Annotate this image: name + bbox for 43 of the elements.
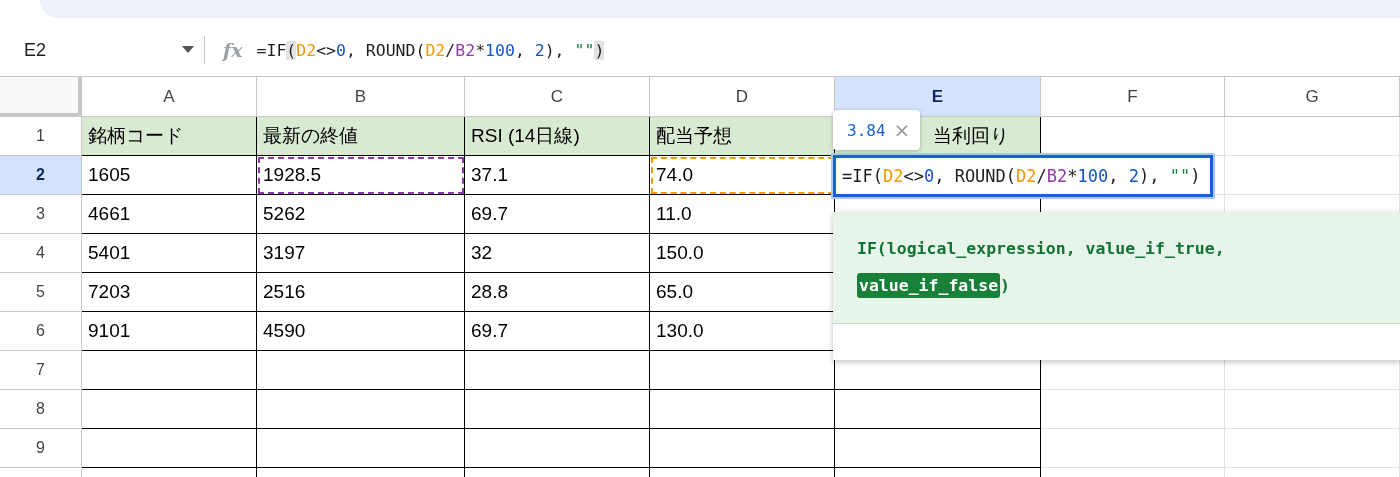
function-signature: IF(logical_expression, value_if_true, value_if_false): [857, 230, 1377, 304]
name-box[interactable]: E2: [0, 39, 194, 61]
column-header[interactable]: D: [650, 77, 835, 117]
table-cell: 32: [465, 234, 650, 273]
table-cell: 5262: [257, 195, 465, 234]
select-all-corner[interactable]: [0, 77, 82, 117]
column-header[interactable]: A: [82, 77, 257, 117]
column-header[interactable]: E: [835, 77, 1041, 117]
table-cell: RSI (14日線): [465, 117, 650, 156]
table-cell: 3197: [257, 234, 465, 273]
table-cell: 7203: [82, 273, 257, 312]
row-header[interactable]: 4: [0, 234, 82, 273]
column-header[interactable]: C: [465, 77, 650, 117]
table-cell: 37.1: [465, 156, 650, 195]
preview-value: 3.84: [847, 120, 886, 140]
formula-input[interactable]: =IF(D2<>0, ROUND(D2/B2*100, 2), ""): [256, 40, 605, 60]
table-cell: 最新の終値: [257, 117, 465, 156]
caret-icon: [182, 46, 194, 54]
cell-editor[interactable]: =IF(D2<>0, ROUND(D2/B2*100, 2), ""): [833, 155, 1214, 197]
table-cell: 28.8: [465, 273, 650, 312]
table-cell: 69.7: [465, 312, 650, 351]
fx-label: fx: [223, 39, 243, 61]
row-header[interactable]: 8: [0, 390, 82, 429]
column-header[interactable]: G: [1225, 77, 1400, 117]
row-header[interactable]: 1: [0, 117, 82, 156]
table-cell: 2516: [257, 273, 465, 312]
column-header[interactable]: F: [1041, 77, 1225, 117]
row-header[interactable]: 3: [0, 195, 82, 234]
table-cell: 9101: [82, 312, 257, 351]
table-cell: 配当予想: [650, 117, 835, 156]
table-cell: 1605: [82, 156, 257, 195]
table-cell: 5401: [82, 234, 257, 273]
row-header[interactable]: 9: [0, 429, 82, 468]
row-header[interactable]: 2: [0, 156, 82, 195]
table-cell: 4590: [257, 312, 465, 351]
table-cell: 69.7: [465, 195, 650, 234]
column-header[interactable]: B: [257, 77, 465, 117]
row-header[interactable]: 7: [0, 351, 82, 390]
table-cell: 4661: [82, 195, 257, 234]
row-header[interactable]: 6: [0, 312, 82, 351]
row-header[interactable]: 5: [0, 273, 82, 312]
table-cell: 銘柄コード: [82, 117, 257, 156]
table-cell: 1928.5: [257, 156, 465, 195]
